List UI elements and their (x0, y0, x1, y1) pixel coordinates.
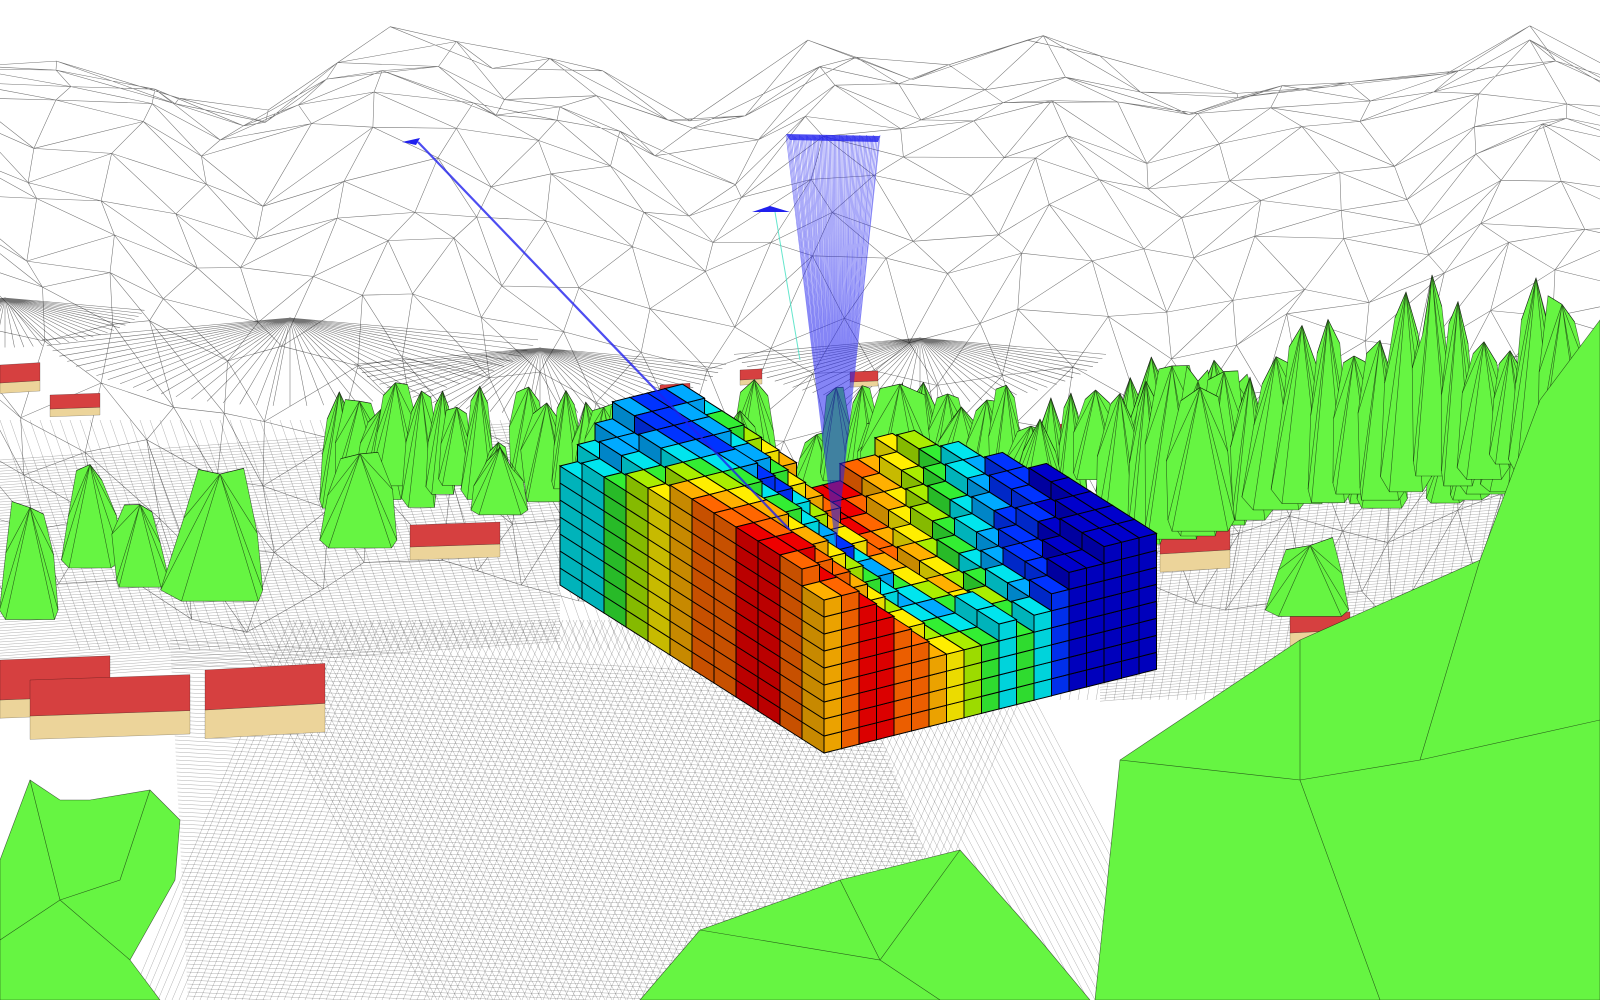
house (49, 392, 101, 418)
source-marker (402, 138, 420, 145)
house-roof (204, 663, 326, 711)
tree (111, 504, 170, 588)
house-roof (29, 674, 191, 717)
terrain-fan (0, 297, 145, 348)
tree-crown (0, 501, 59, 620)
source-marker (752, 206, 790, 212)
house (409, 521, 501, 561)
house (0, 362, 41, 394)
tree (0, 501, 59, 620)
house (204, 663, 326, 739)
3d-wireframe-scene[interactable] (0, 0, 1600, 1000)
house-roof (409, 521, 501, 548)
tree-crown (111, 504, 170, 588)
tree-front-left (0, 779, 181, 1000)
house-roof (49, 392, 101, 410)
tree (1264, 537, 1350, 617)
house (29, 674, 191, 740)
house-roof (739, 368, 763, 381)
house-roof (0, 362, 41, 384)
